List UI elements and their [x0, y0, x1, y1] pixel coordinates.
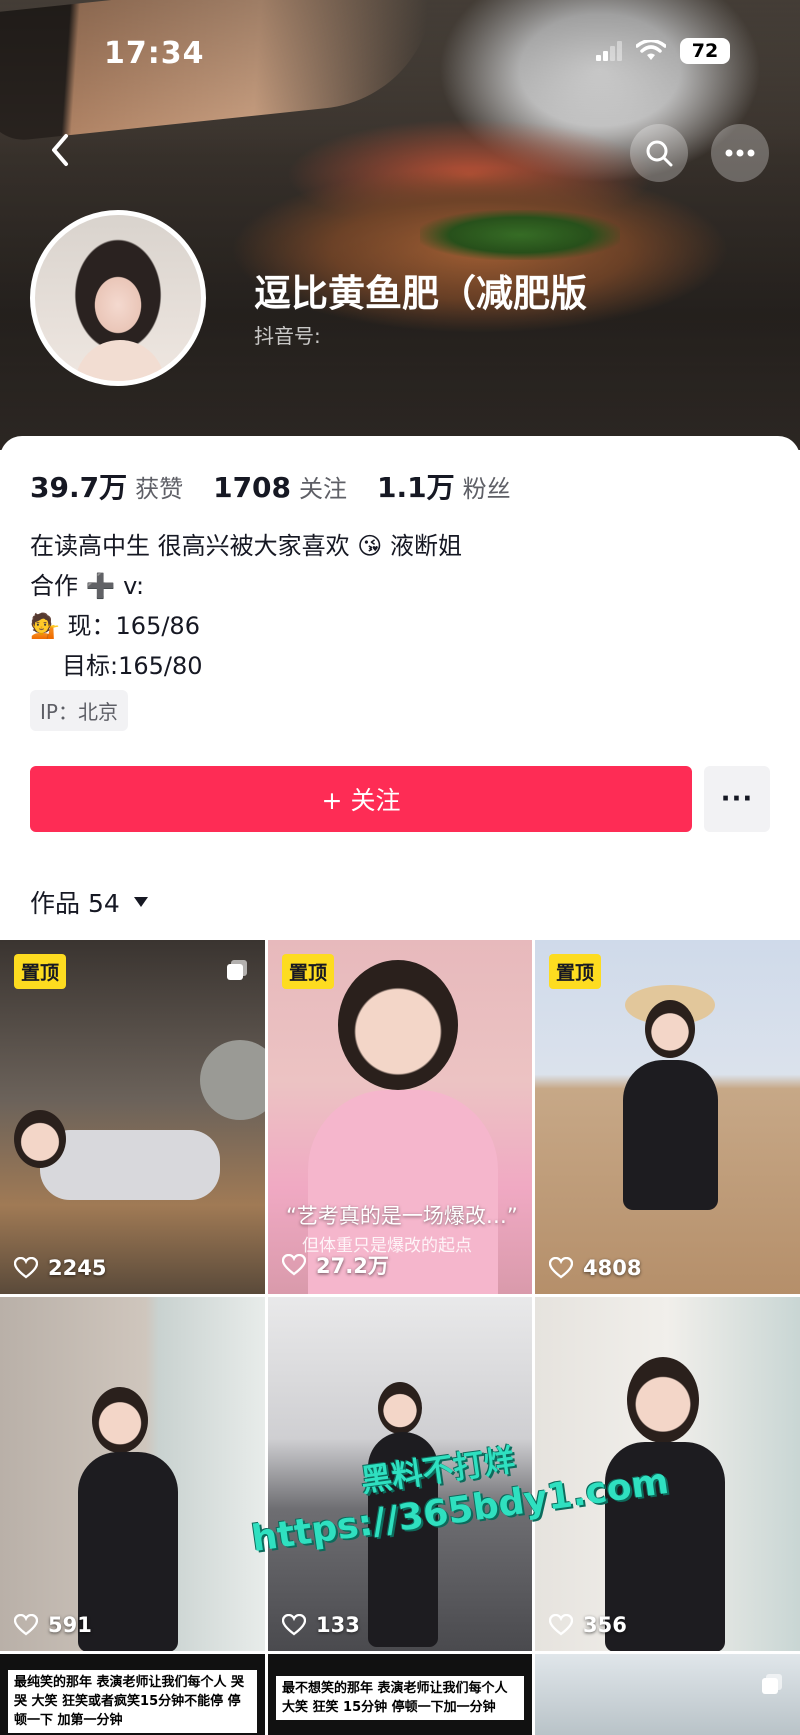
search-button[interactable] [630, 124, 688, 182]
follow-button[interactable]: + 关注 [30, 766, 692, 832]
heart-icon [14, 1614, 38, 1636]
battery-indicator: 72 [680, 38, 730, 64]
tab-works[interactable]: 作品 54 [30, 884, 148, 920]
multi-image-icon [762, 1674, 782, 1694]
search-icon [646, 140, 673, 167]
heart-icon [14, 1257, 38, 1279]
person-emoji-icon: 💁 [30, 612, 60, 640]
wifi-icon [636, 40, 666, 60]
stat-likes[interactable]: 39.7万 获赞 [30, 466, 183, 506]
bio-line-2: 合作 ➕ v: [30, 572, 145, 600]
video-caption: “艺考真的是一场爆改…” [286, 1204, 518, 1228]
multi-image-icon [227, 960, 247, 980]
caret-down-icon [133, 897, 148, 907]
bio-line-4: 目标:165/80 [62, 652, 203, 680]
video-tile[interactable]: 置顶 2245 [0, 940, 265, 1294]
ip-location-tag: IP：北京 [30, 690, 128, 731]
video-overlay-text: 最不想笑的那年 表演老师让我们每个人 大笑 狂笑 15分钟 停顿一下加一分钟 [276, 1676, 524, 1720]
video-likes: 591 [14, 1613, 92, 1637]
video-likes: 4808 [549, 1256, 641, 1280]
video-likes: 2245 [14, 1256, 106, 1280]
video-tile[interactable]: 591 [0, 1297, 265, 1651]
status-icons: 72 [596, 38, 730, 64]
video-tile[interactable]: 最纯笑的那年 表演老师让我们每个人 哭哭 大笑 狂笑或者疯笑15分钟不能停 停顿… [0, 1654, 265, 1735]
stats-row: 39.7万 获赞 1708 关注 1.1万 粉丝 [30, 466, 511, 506]
video-tile[interactable]: 置顶 “艺考真的是一场爆改…” 但体重只是爆改的起点 27.2万 [268, 940, 532, 1294]
stat-followers[interactable]: 1.1万 粉丝 [377, 466, 511, 506]
follow-more-button[interactable]: ··· [704, 766, 770, 832]
status-time: 17:34 [104, 36, 205, 71]
video-overlay-text: 最纯笑的那年 表演老师让我们每个人 哭哭 大笑 狂笑或者疯笑15分钟不能停 停顿… [8, 1670, 257, 1733]
video-tile[interactable]: 置顶 4808 [535, 940, 800, 1294]
bio: 在读高中生 很高兴被大家喜欢 😘 液断姐 合作 ➕ v: 💁 现：165/86 … [30, 526, 462, 686]
more-dots-icon [725, 149, 755, 157]
bio-line-1: 在读高中生 很高兴被大家喜欢 😘 液断姐 [30, 532, 462, 560]
pinned-badge: 置顶 [14, 954, 67, 989]
video-likes: 27.2万 [282, 1250, 389, 1280]
bio-line-3: 💁 现：165/86 [30, 612, 200, 640]
video-likes: 133 [282, 1613, 360, 1637]
signal-icon [596, 41, 622, 61]
kiss-emoji-icon: 😘 [357, 532, 383, 560]
video-likes: 356 [549, 1613, 627, 1637]
video-tile[interactable]: 最不想笑的那年 表演老师让我们每个人 大笑 狂笑 15分钟 停顿一下加一分钟 [268, 1654, 532, 1735]
heart-icon [282, 1614, 306, 1636]
back-arrow-icon[interactable] [44, 132, 80, 168]
pinned-badge: 置顶 [282, 954, 335, 989]
more-options-button[interactable] [711, 124, 769, 182]
douyin-id[interactable]: 抖音号: [254, 320, 321, 349]
heart-icon [282, 1254, 306, 1276]
heart-icon [549, 1257, 573, 1279]
video-tile[interactable] [535, 1654, 800, 1735]
profile-nickname: 逗比黄鱼肥（减肥版 [254, 272, 587, 315]
heart-icon [549, 1614, 573, 1636]
stat-following[interactable]: 1708 关注 [213, 469, 347, 504]
avatar[interactable] [30, 210, 206, 386]
pinned-badge: 置顶 [549, 954, 602, 989]
